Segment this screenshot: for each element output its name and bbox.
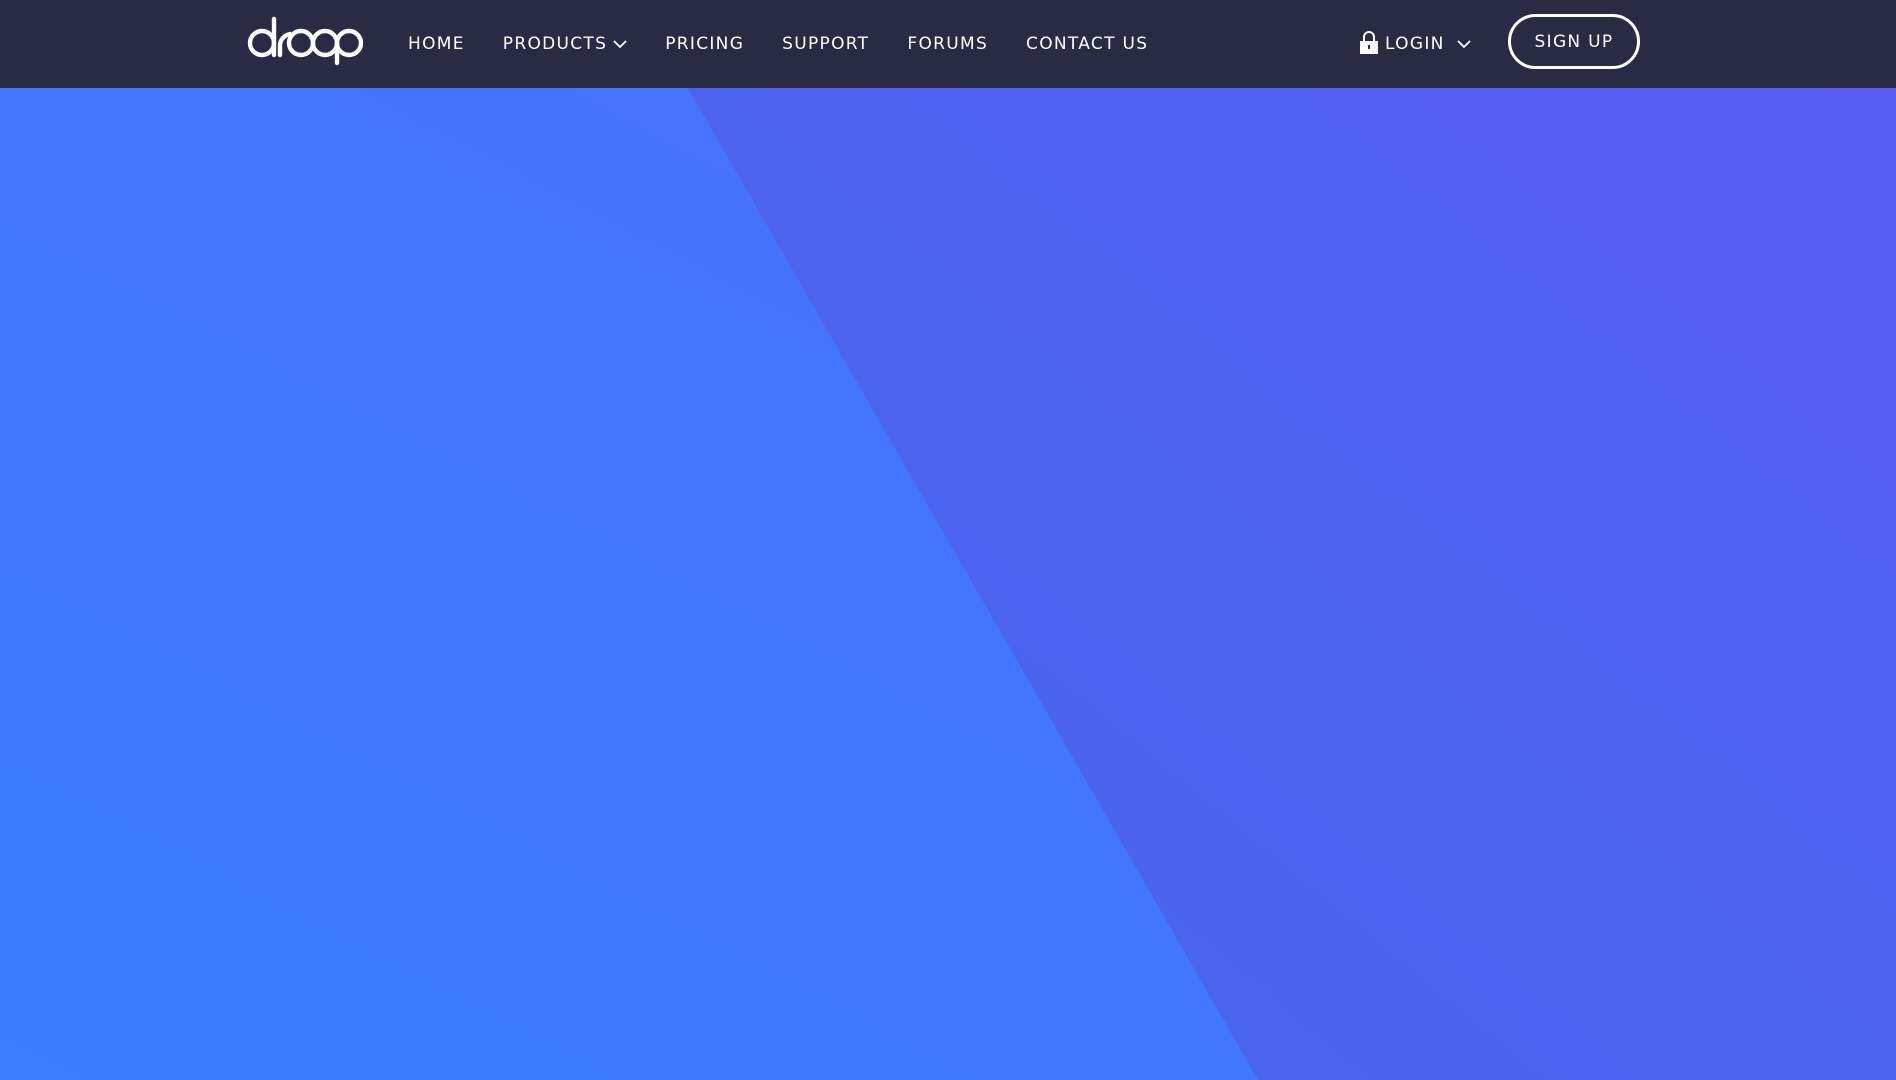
nav-contact-us-label: CONTACT US <box>1026 34 1149 54</box>
chevron-down-icon <box>1457 34 1471 54</box>
nav-products-label: PRODUCTS <box>502 34 608 54</box>
nav-contact-us[interactable]: CONTACT US <box>1026 34 1148 54</box>
login-menu[interactable]: LOGIN <box>1359 0 1471 88</box>
top-navbar: HOME PRODUCTS PRICING SUPPORT FORUMS CON… <box>0 0 1896 88</box>
login-label: LOGIN <box>1385 34 1445 54</box>
nav-support-label: SUPPORT <box>782 34 870 54</box>
hero-diagonal-shape <box>0 88 1896 1080</box>
logo-mark <box>247 16 364 66</box>
nav-products[interactable]: PRODUCTS <box>503 34 627 54</box>
sign-up-button[interactable]: SIGN UP <box>1508 14 1640 69</box>
nav-home-label: HOME <box>408 34 465 54</box>
nav-forums-label: FORUMS <box>907 34 989 54</box>
nav-pricing-label: PRICING <box>665 34 745 54</box>
sign-up-label: SIGN UP <box>1534 31 1614 52</box>
nav-home[interactable]: HOME <box>408 34 465 54</box>
main-nav: HOME PRODUCTS PRICING SUPPORT FORUMS CON… <box>408 0 1148 88</box>
lock-icon <box>1359 30 1379 59</box>
chevron-down-icon <box>613 34 627 54</box>
nav-forums[interactable]: FORUMS <box>907 34 988 54</box>
nav-pricing[interactable]: PRICING <box>665 34 744 54</box>
nav-support[interactable]: SUPPORT <box>782 34 869 54</box>
hero-background <box>0 88 1896 1080</box>
droop-logo[interactable] <box>246 15 366 67</box>
